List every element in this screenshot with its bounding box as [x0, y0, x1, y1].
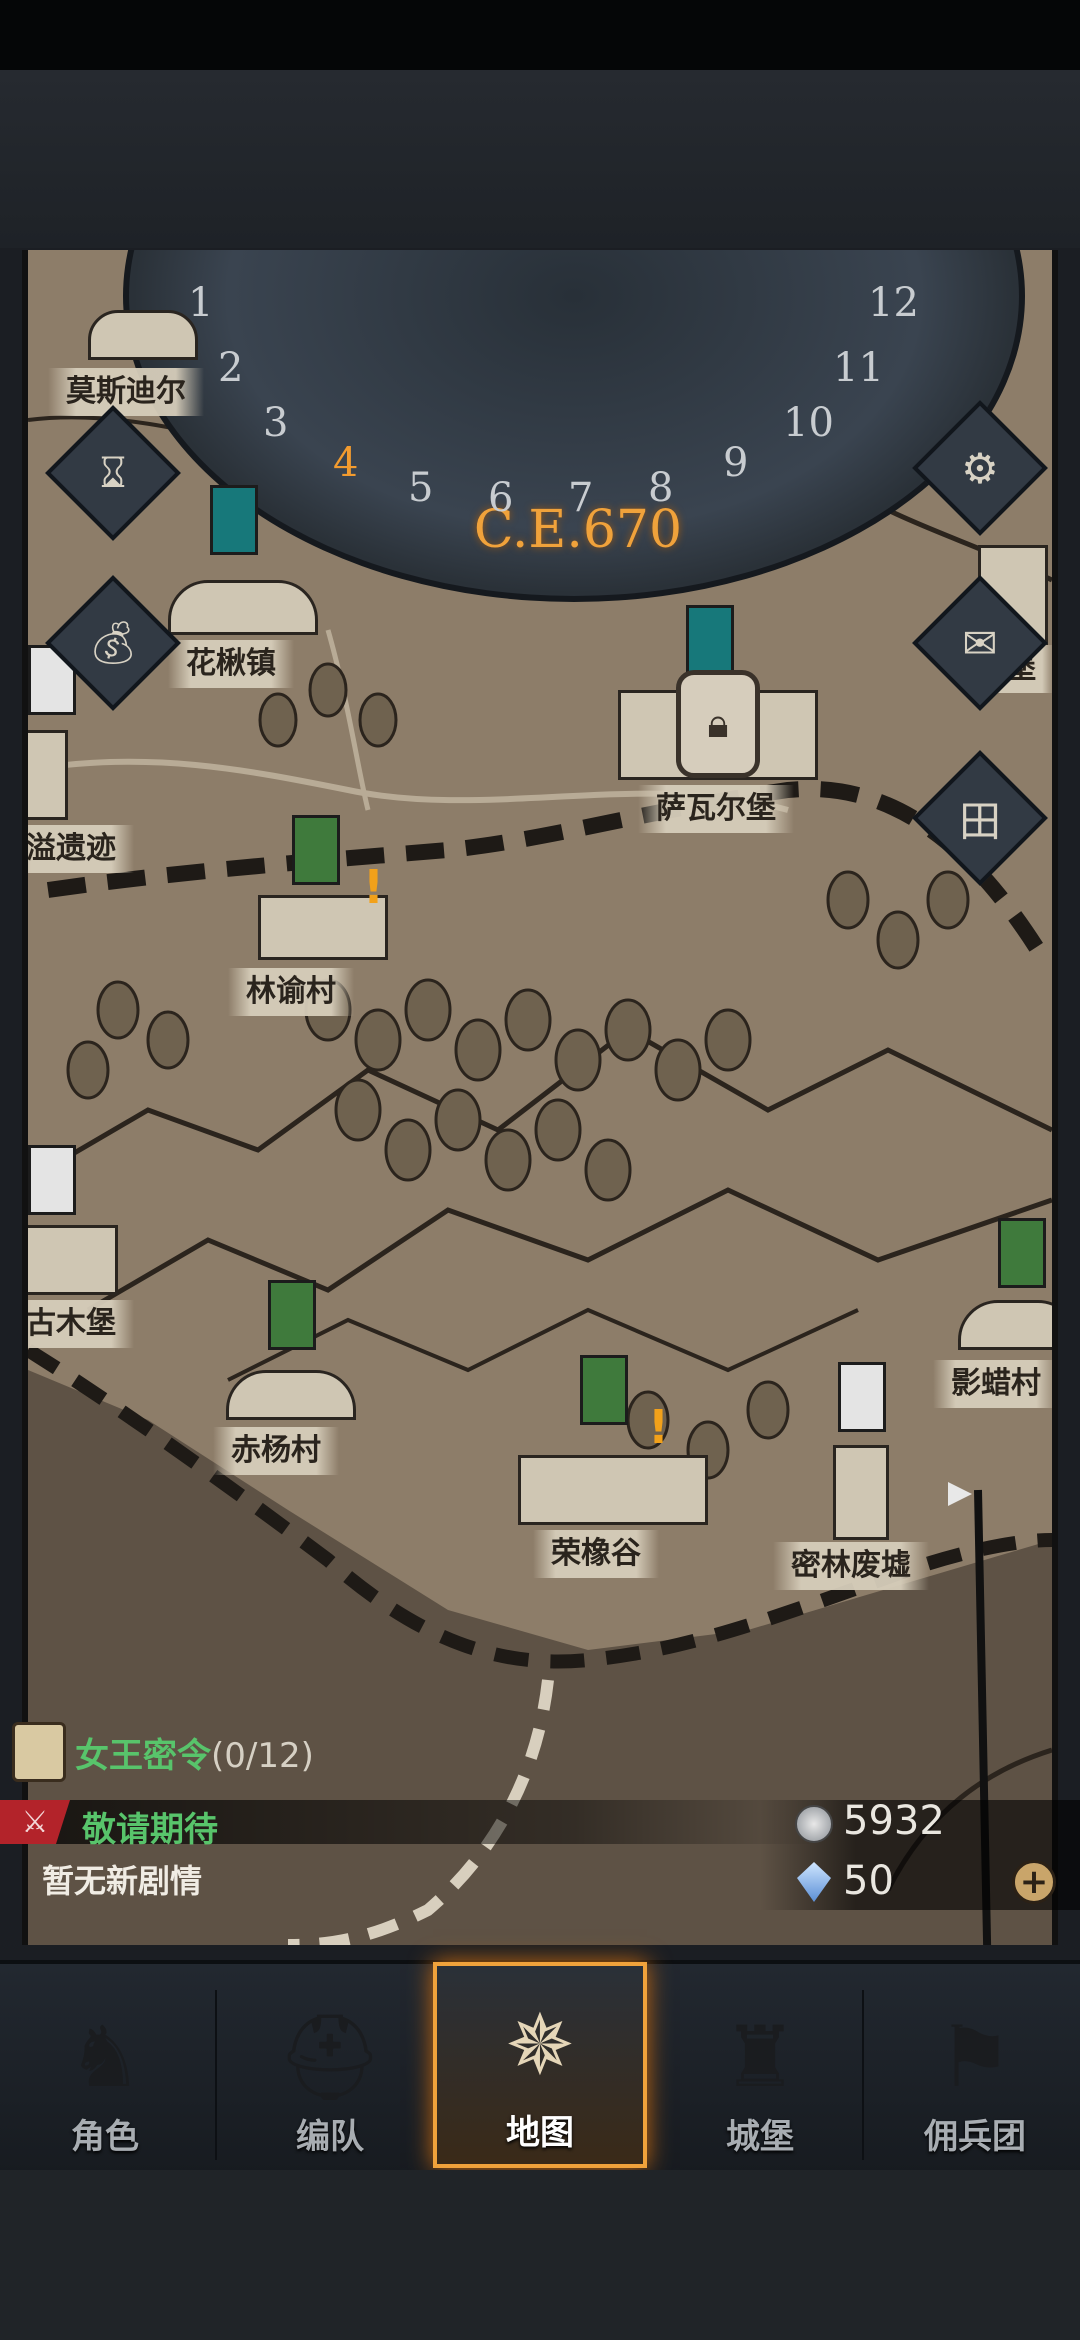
location-label: 密林废墟 [773, 1542, 929, 1590]
month-4[interactable]: 4 [333, 440, 358, 486]
nav-mercenary[interactable]: ⚑ 佣兵团 [870, 1978, 1080, 2168]
month-5[interactable]: 5 [408, 465, 433, 511]
location-label: 影蜡村 [933, 1360, 1052, 1408]
nav-label: 城堡 [726, 2117, 794, 2157]
nav-castle[interactable]: ♜ 城堡 [655, 1978, 865, 2168]
nav-label: 角色 [71, 2117, 139, 2157]
status-bar [0, 0, 1080, 70]
location-label: 莫斯迪尔 [48, 368, 204, 416]
quest-title[interactable]: 女王密令(0/12) [75, 1728, 314, 1777]
teal-banner-icon [686, 605, 734, 675]
mail-icon: ✉ [962, 618, 998, 668]
mercenary-icon: ⚑ [937, 2008, 1013, 2106]
castle-icon [28, 1225, 118, 1295]
month-12[interactable]: 12 [868, 280, 919, 326]
month-7[interactable]: 7 [568, 475, 593, 521]
alert-icon: ! [363, 860, 384, 914]
nav-divider [215, 1990, 217, 2160]
world-map[interactable]: C.E.670 1 2 3 4 5 6 7 8 9 10 11 12 莫斯迪尔 … [22, 250, 1058, 1945]
location-label: 赤杨村 [213, 1427, 339, 1475]
lock-icon: 🔒︎ [676, 670, 760, 778]
teal-banner-icon [210, 485, 258, 555]
month-8[interactable]: 8 [648, 465, 673, 511]
nav-character[interactable]: ♞ 角色 [0, 1978, 210, 2168]
month-1[interactable]: 1 [188, 280, 213, 326]
scroll-icon [12, 1722, 66, 1782]
helmet-icon: ⛑︎ [276, 2007, 384, 2106]
month-10[interactable]: 10 [783, 400, 834, 446]
location-label: 林谕村 [228, 968, 354, 1016]
quest-status: 敬请期待 [82, 1810, 218, 1850]
green-banner-icon [580, 1355, 628, 1425]
knight-icon: ♞ [67, 2008, 143, 2106]
month-2[interactable]: 2 [218, 345, 243, 391]
manor-icon [518, 1455, 708, 1525]
nav-label: 地图 [506, 2113, 574, 2153]
hourglass-icon: ⌛︎ [99, 448, 127, 497]
castle-icon: ♜ [722, 2008, 798, 2106]
nav-divider [862, 1990, 864, 2160]
month-6[interactable]: 6 [488, 475, 513, 521]
footer-frame [0, 2170, 1080, 2340]
nav-label: 编队 [296, 2117, 364, 2157]
location-label: 荣橡谷 [533, 1530, 659, 1578]
village-icon [88, 310, 198, 360]
alert-icon: ! [648, 1400, 669, 1454]
silver-coin-icon [795, 1805, 833, 1843]
nav-formation[interactable]: ⛑︎ 编队 [225, 1978, 435, 2168]
top-frame [0, 70, 1080, 248]
location-label: 花楸镇 [168, 640, 294, 688]
add-crystal-button[interactable]: + [1012, 1860, 1056, 1904]
white-banner-icon [838, 1362, 886, 1432]
month-11[interactable]: 11 [833, 345, 884, 391]
green-banner-icon [268, 1280, 316, 1350]
grid-icon: 田 [958, 796, 1001, 846]
crystal-amount: 50 [843, 1858, 894, 1904]
location-label: 萨瓦尔堡 [638, 785, 794, 833]
tower-icon [833, 1445, 889, 1540]
tower-icon [28, 730, 68, 820]
location-label: 古木堡 [28, 1300, 134, 1348]
village-icon [958, 1300, 1052, 1350]
green-banner-icon [292, 815, 340, 885]
flag-icon [948, 1482, 972, 1506]
silver-amount: 5932 [843, 1798, 945, 1844]
month-3[interactable]: 3 [263, 400, 288, 446]
nav-label: 佣兵团 [924, 2117, 1026, 2157]
gear-icon: ⚙ [961, 443, 999, 493]
location-label: 溢遗迹 [28, 825, 134, 873]
village-icon [168, 580, 318, 635]
nav-map[interactable]: ✵ 地图 [433, 1962, 647, 2168]
compass-icon: ✵ [504, 1996, 576, 2094]
money-bag-icon: 💰︎ [86, 618, 140, 667]
quest-count: (0/12) [211, 1736, 314, 1776]
quest-title-text: 女王密令 [75, 1736, 211, 1776]
white-banner-icon [28, 1145, 76, 1215]
month-9[interactable]: 9 [723, 440, 748, 486]
quest-subtitle: 暂无新剧情 [42, 1862, 203, 1900]
village-icon [226, 1370, 356, 1420]
green-banner-icon [998, 1218, 1046, 1288]
